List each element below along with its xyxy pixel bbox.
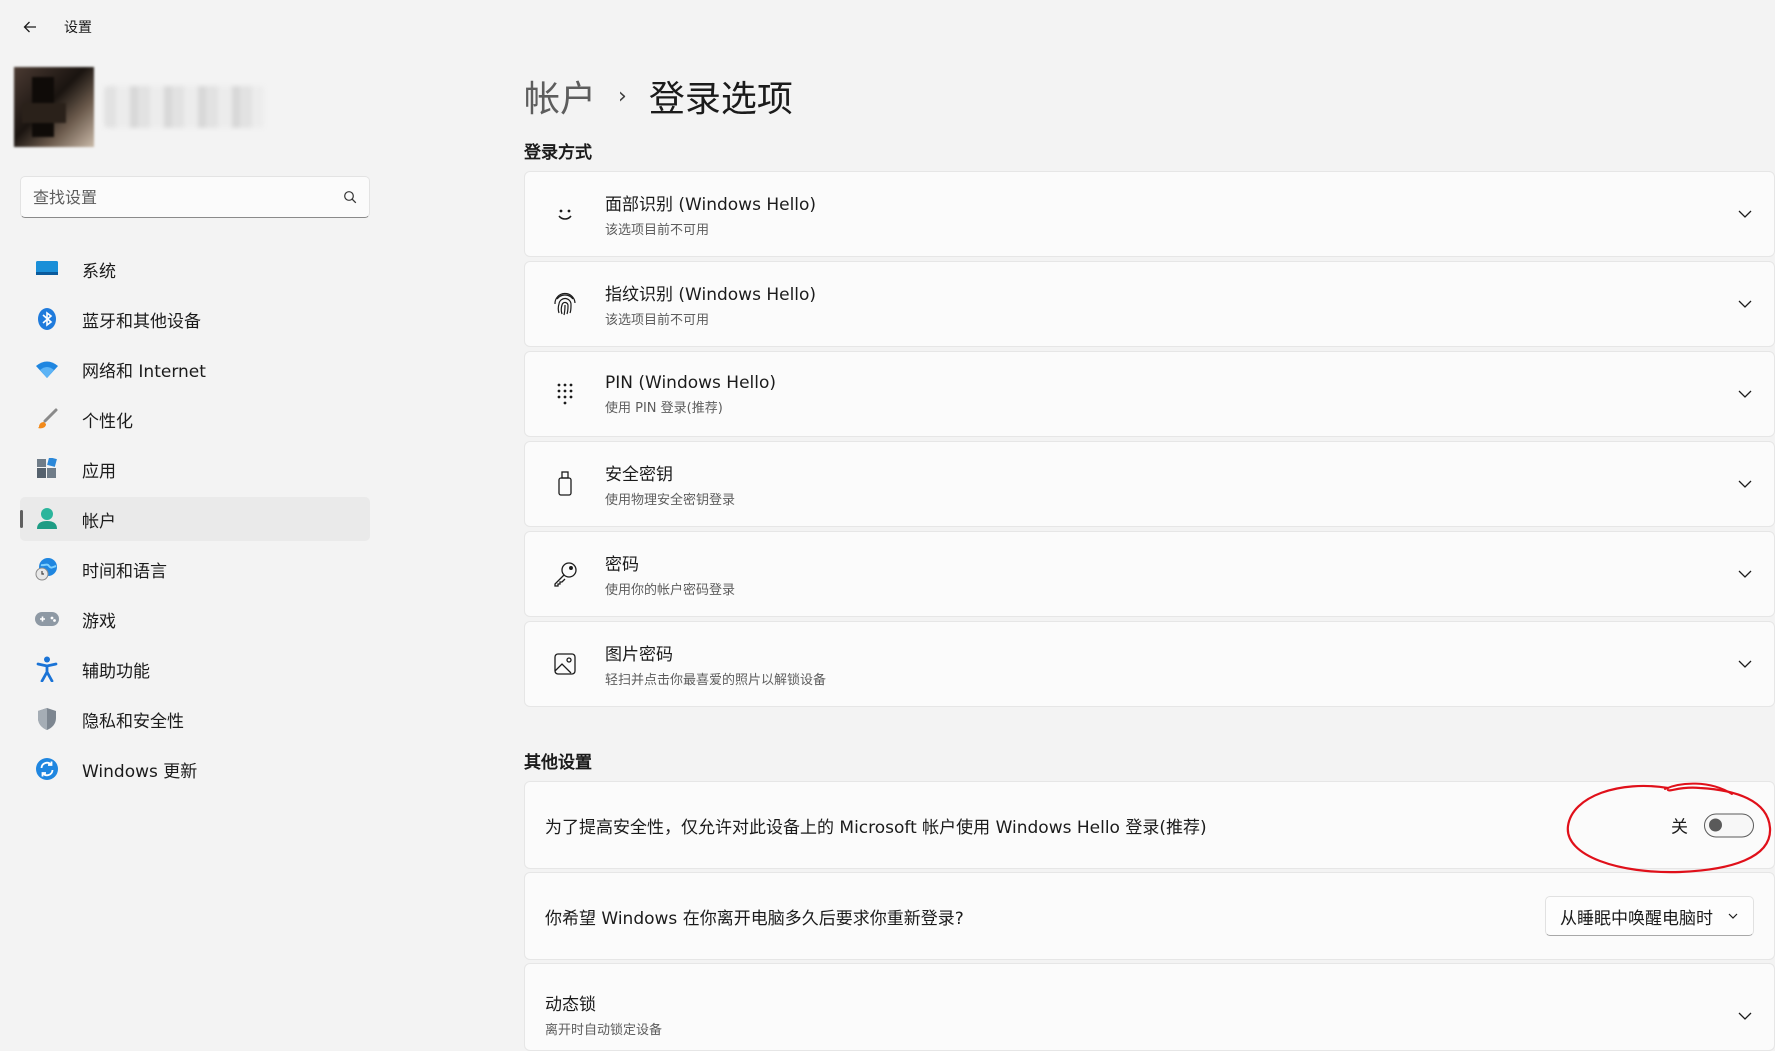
sidebar-item-windows-update[interactable]: Windows 更新	[20, 747, 370, 791]
sidebar-item-system[interactable]: 系统	[20, 247, 370, 291]
pin-keypad-icon	[547, 376, 583, 412]
sidebar-item-time-language[interactable]: 时间和语言	[20, 547, 370, 591]
usb-key-icon	[547, 466, 583, 502]
toggle-knob	[1709, 818, 1722, 831]
sidebar-item-network[interactable]: 网络和 Internet	[20, 347, 370, 391]
accessibility-icon	[34, 656, 60, 682]
card-title: PIN (Windows Hello)	[605, 372, 777, 393]
globe-clock-icon	[34, 556, 60, 582]
card-subtitle: 该选项目前不可用	[605, 313, 710, 328]
breadcrumb-parent[interactable]: 帐户	[524, 70, 596, 122]
page-title: 登录选项	[648, 79, 793, 120]
sidebar-item-accessibility[interactable]: 辅助功能	[20, 647, 370, 691]
search-icon[interactable]	[343, 190, 357, 204]
nav-list: 系统 蓝牙和其他设备 网络和 Internet 个性化 应用 帐户 时间和语言 …	[20, 247, 370, 797]
apps-icon	[34, 456, 60, 482]
blurred-user-name	[104, 86, 264, 128]
back-arrow-icon	[23, 21, 36, 33]
hello-only-toggle-group: 关	[1671, 813, 1754, 838]
chevron-down-icon[interactable]	[1736, 565, 1754, 583]
dynamic-lock-card[interactable]: 动态锁 离开时自动锁定设备	[524, 963, 1775, 1051]
chevron-down-icon[interactable]	[1736, 1007, 1754, 1025]
fingerprint-card[interactable]: 指纹识别 (Windows Hello) 该选项目前不可用	[524, 261, 1775, 347]
face-recognition-card[interactable]: 面部识别 (Windows Hello) 该选项目前不可用	[524, 171, 1775, 257]
card-title: 面部识别 (Windows Hello)	[605, 195, 817, 215]
chevron-down-icon[interactable]	[1736, 205, 1754, 223]
card-title: 图片密码	[605, 645, 673, 665]
card-subtitle: 使用物理安全密钥登录	[605, 493, 736, 508]
update-icon	[34, 756, 60, 782]
card-title: 密码	[605, 555, 639, 575]
app-title: 设置	[64, 20, 92, 36]
sidebar-item-bluetooth[interactable]: 蓝牙和其他设备	[20, 297, 370, 341]
search-box[interactable]	[20, 176, 370, 218]
card-title: 指纹识别 (Windows Hello)	[605, 285, 817, 305]
sidebar-item-accounts[interactable]: 帐户	[20, 497, 370, 541]
sidebar-item-gaming[interactable]: 游戏	[20, 597, 370, 641]
section-title-signin-methods: 登录方式	[524, 143, 592, 163]
require-signin-label: 你希望 Windows 在你离开电脑多久后要求你重新登录?	[545, 908, 964, 929]
security-key-card[interactable]: 安全密钥 使用物理安全密钥登录	[524, 441, 1775, 527]
sidebar-item-personalization[interactable]: 个性化	[20, 397, 370, 441]
picture-icon	[547, 646, 583, 682]
card-subtitle: 使用你的帐户密码登录	[605, 583, 736, 598]
breadcrumb-separator: ›	[618, 83, 627, 109]
chevron-down-icon[interactable]	[1736, 385, 1754, 403]
brush-icon	[34, 406, 60, 432]
pin-card[interactable]: PIN (Windows Hello) 使用 PIN 登录(推荐)	[524, 351, 1775, 437]
main-content: 帐户 › 登录选项 登录方式 面部识别 (Windows Hello) 该选项目…	[524, 54, 1775, 1051]
sidebar: 系统 蓝牙和其他设备 网络和 Internet 个性化 应用	[0, 54, 370, 1018]
user-profile[interactable]	[10, 62, 370, 152]
account-icon	[34, 506, 60, 532]
card-subtitle: 离开时自动锁定设备	[545, 1023, 663, 1038]
toggle-state-label: 关	[1671, 817, 1688, 838]
hello-only-toggle[interactable]	[1704, 813, 1754, 837]
card-subtitle: 使用 PIN 登录(推荐)	[605, 400, 723, 416]
bluetooth-icon	[34, 306, 60, 332]
chevron-down-icon[interactable]	[1736, 655, 1754, 673]
gamepad-icon	[34, 606, 60, 632]
hello-only-label: 为了提高安全性，仅允许对此设备上的 Microsoft 帐户使用 Windows…	[545, 817, 1207, 838]
dropdown-selected-value: 从睡眠中唤醒电脑时	[1560, 908, 1713, 929]
chevron-down-icon[interactable]	[1736, 295, 1754, 313]
monitor-icon	[34, 256, 60, 282]
section-title-other-settings: 其他设置	[524, 753, 592, 773]
shield-icon	[34, 706, 60, 732]
search-input[interactable]	[33, 187, 343, 207]
require-signin-dropdown[interactable]: 从睡眠中唤醒电脑时	[1545, 896, 1754, 936]
require-signin-setting: 你希望 Windows 在你离开电脑多久后要求你重新登录? 从睡眠中唤醒电脑时	[524, 872, 1775, 960]
chevron-down-icon[interactable]	[1736, 475, 1754, 493]
back-button[interactable]	[16, 13, 44, 41]
breadcrumb: 帐户 › 登录选项	[524, 70, 793, 122]
hello-only-setting: 为了提高安全性，仅允许对此设备上的 Microsoft 帐户使用 Windows…	[524, 781, 1775, 869]
sidebar-item-privacy-security[interactable]: 隐私和安全性	[20, 697, 370, 741]
card-subtitle: 该选项目前不可用	[605, 223, 710, 238]
fingerprint-icon	[547, 286, 583, 322]
face-icon	[547, 196, 583, 232]
picture-password-card[interactable]: 图片密码 轻扫并点击你最喜爱的照片以解锁设备	[524, 621, 1775, 707]
sidebar-item-apps[interactable]: 应用	[20, 447, 370, 491]
avatar	[14, 67, 94, 147]
password-card[interactable]: 密码 使用你的帐户密码登录	[524, 531, 1775, 617]
key-icon	[547, 556, 583, 592]
card-title: 动态锁	[545, 995, 596, 1015]
chevron-down-icon	[1728, 913, 1738, 919]
card-subtitle: 轻扫并点击你最喜爱的照片以解锁设备	[605, 673, 827, 688]
card-title: 安全密钥	[605, 465, 673, 485]
wifi-icon	[34, 356, 60, 382]
title-bar: 设置	[0, 0, 1775, 54]
